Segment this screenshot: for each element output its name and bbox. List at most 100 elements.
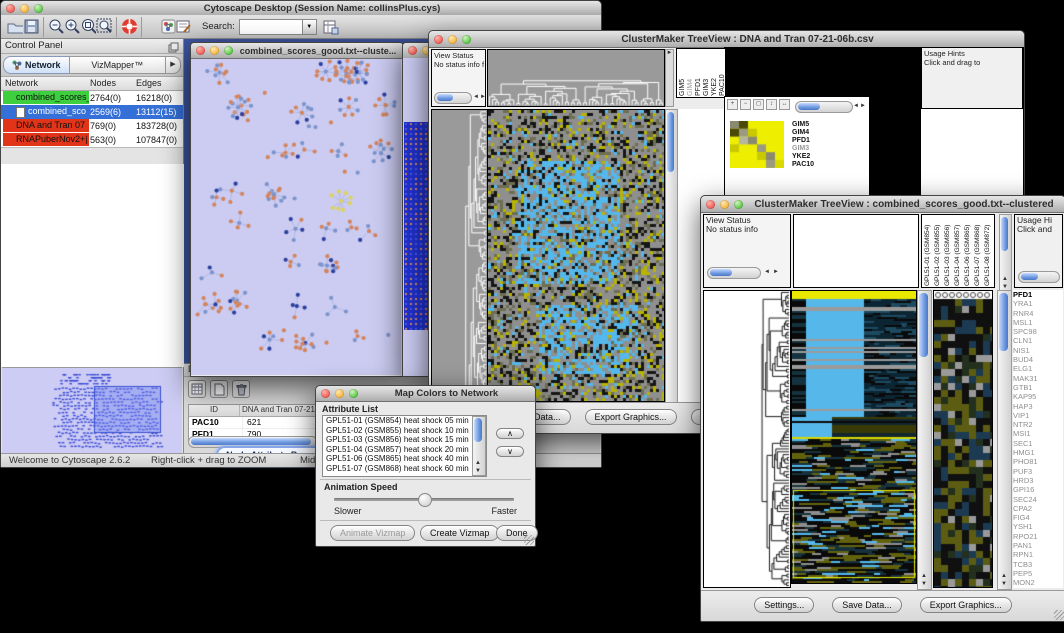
scroll-up-icon[interactable]: ▲ xyxy=(1002,276,1008,283)
birdseye-view[interactable] xyxy=(2,367,182,454)
treeview1-button-1[interactable]: Export Graphics... xyxy=(585,409,677,425)
delete-attribute-icon[interactable] xyxy=(232,380,250,398)
resize-grip[interactable] xyxy=(524,535,534,545)
close-button[interactable] xyxy=(6,4,15,13)
scroll-up-icon[interactable]: ▲ xyxy=(921,573,927,580)
treeview2-labels-scrollbar[interactable]: ▲ ▼ xyxy=(999,214,1012,292)
scroll-right-icon[interactable]: ► xyxy=(773,269,779,276)
attribute-list-item[interactable]: GPL51-03 (GSM856) heat shock 15 min xyxy=(323,435,486,445)
treeview2-global-heatmap[interactable] xyxy=(791,290,917,584)
attribute-list-scrollbar[interactable]: ▲ ▼ xyxy=(472,416,486,476)
main-titlebar[interactable]: Cytoscape Desktop (Session Name: collins… xyxy=(1,1,601,16)
save-session-icon[interactable] xyxy=(23,19,39,35)
search-input[interactable] xyxy=(239,19,303,35)
treeview2-column-dendrogram[interactable] xyxy=(793,214,919,288)
attribute-list-item[interactable]: GPL51-06 (GSM865) heat shock 40 min xyxy=(323,454,486,464)
slider-thumb[interactable] xyxy=(418,493,432,507)
scroll-right-icon[interactable]: ► xyxy=(480,94,486,101)
tab-vizmapper[interactable]: VizMapper™ xyxy=(70,56,166,74)
scroll-down-icon[interactable]: ▼ xyxy=(475,468,481,475)
zoom-button[interactable] xyxy=(224,46,233,55)
id-column-header[interactable]: ID xyxy=(189,405,240,416)
move-down-button[interactable]: ∨ xyxy=(496,446,524,457)
zoom-out-icon[interactable] xyxy=(48,19,64,35)
treeview1-titlebar[interactable]: ClusterMaker TreeView : DNA and Tran 07-… xyxy=(429,31,1024,48)
attribute-list-item[interactable]: GPL51-01 (GSM854) heat shock 05 min xyxy=(323,416,486,426)
network-table-row[interactable]: combined_scores_2764(0)16218(0) xyxy=(1,91,183,105)
scroll-up-icon[interactable]: ▲ xyxy=(475,460,481,467)
resize-grip[interactable] xyxy=(1054,610,1064,620)
detail-zoom-icon[interactable]: + xyxy=(727,99,738,110)
zoom-button[interactable] xyxy=(734,200,743,209)
detail-zoom-icon[interactable]: ◻ xyxy=(753,99,764,110)
zoom-fit-icon[interactable] xyxy=(80,19,96,35)
close-button[interactable] xyxy=(706,200,715,209)
tab-network[interactable]: Network xyxy=(3,56,70,74)
attribute-list-item[interactable]: GPL51-02 (GSM855) heat shock 10 min xyxy=(323,426,486,436)
treeview1-vscrollbar[interactable] xyxy=(665,109,678,404)
network-table-row[interactable]: DNA and Tran 07769(0)183728(0) xyxy=(1,119,183,133)
treeview2-detail-heatmap[interactable] xyxy=(933,290,993,588)
zoom-selected-icon[interactable] xyxy=(96,19,112,35)
scroll-left-icon[interactable]: ◄ xyxy=(764,269,770,276)
annotation-icon[interactable] xyxy=(176,19,192,35)
tab-overflow-button[interactable]: ▶ xyxy=(166,56,181,74)
minimize-button[interactable] xyxy=(210,46,219,55)
treeview1-column-dendrogram[interactable] xyxy=(487,49,665,107)
scroll-down-icon[interactable]: ▼ xyxy=(921,581,927,588)
zoom-in-icon[interactable] xyxy=(64,19,80,35)
zoom-button[interactable] xyxy=(462,35,471,44)
open-session-icon[interactable] xyxy=(7,19,23,35)
attribute-table-row[interactable]: PAC10621 xyxy=(189,417,317,429)
treeview1-column-scroll-strip[interactable]: ► xyxy=(665,49,674,107)
close-button[interactable] xyxy=(434,35,443,44)
attribute-browser-icon[interactable] xyxy=(323,19,339,35)
treeview1-global-heatmap[interactable] xyxy=(487,109,665,402)
minimize-button[interactable] xyxy=(20,4,29,13)
treeview2-button-2[interactable]: Export Graphics... xyxy=(920,597,1012,613)
create-vizmap-button[interactable]: Create Vizmap xyxy=(420,525,499,541)
animation-speed-slider[interactable] xyxy=(334,498,514,501)
detail-zoom-icon[interactable]: ↕ xyxy=(766,99,777,110)
network-table-row[interactable]: RNAPuberNov2+|563(0)107847(0) xyxy=(1,133,183,147)
attr-column-header[interactable]: DNA and Tran 07-21-06... xyxy=(240,405,317,416)
detail-zoom-icon[interactable]: ↔ xyxy=(779,99,790,110)
treeview2-button-1[interactable]: Save Data... xyxy=(832,597,902,613)
search-dropdown-icon[interactable]: ▼ xyxy=(303,19,317,35)
detail-hscrollbar[interactable] xyxy=(795,101,853,113)
treeview2-row-dendrogram[interactable] xyxy=(703,290,791,588)
attribute-list-item[interactable]: GPL51-04 (GSM857) heat shock 20 min xyxy=(323,445,486,455)
treeview2-button-0[interactable]: Settings... xyxy=(754,597,814,613)
help-lifering-icon[interactable] xyxy=(121,19,137,35)
minimize-button[interactable] xyxy=(335,389,344,398)
attribute-list-item[interactable]: GPL51-07 (GSM868) heat shock 60 min xyxy=(323,464,486,474)
scroll-right-icon[interactable]: ► xyxy=(860,103,866,110)
scroll-left-icon[interactable]: ◄ xyxy=(473,94,479,101)
close-button[interactable] xyxy=(321,389,330,398)
zoom-button[interactable] xyxy=(34,4,43,13)
treeview1-detail-heatmap[interactable] xyxy=(730,121,784,168)
detail-zoom-icon[interactable]: − xyxy=(740,99,751,110)
vizmapper-quick-icon[interactable] xyxy=(160,19,176,35)
select-attributes-icon[interactable] xyxy=(188,380,206,398)
close-button[interactable] xyxy=(408,46,417,55)
minimize-button[interactable] xyxy=(448,35,457,44)
attribute-list[interactable]: GPL51-01 (GSM854) heat shock 05 minGPL51… xyxy=(322,415,487,477)
scroll-up-icon[interactable]: ▲ xyxy=(1001,573,1007,580)
network-view-titlebar[interactable]: combined_scores_good.txt--cluste... xyxy=(191,43,403,59)
animate-vizmap-button[interactable]: Animate Vizmap xyxy=(330,525,415,541)
move-up-button[interactable]: ∧ xyxy=(496,428,524,439)
view-status-scrollbar[interactable] xyxy=(707,267,761,279)
network-table-row[interactable]: combined_sco2569(6)13112(15) xyxy=(1,105,183,119)
new-attribute-icon[interactable] xyxy=(210,380,228,398)
minimize-button[interactable] xyxy=(720,200,729,209)
zoom-button[interactable] xyxy=(349,389,358,398)
dialog-titlebar[interactable]: Map Colors to Network xyxy=(316,386,535,402)
treeview2-titlebar[interactable]: ClusterMaker TreeView : combined_scores_… xyxy=(701,196,1064,213)
treeview2-genes-scrollbar[interactable]: ▲ ▼ xyxy=(997,290,1012,590)
network-canvas[interactable] xyxy=(191,59,401,375)
view-status-scrollbar[interactable] xyxy=(434,92,472,104)
scroll-down-icon[interactable]: ▼ xyxy=(1001,581,1007,588)
usage-hints-scrollbar[interactable] xyxy=(1018,271,1060,283)
scroll-left-icon[interactable]: ◄ xyxy=(853,103,859,110)
